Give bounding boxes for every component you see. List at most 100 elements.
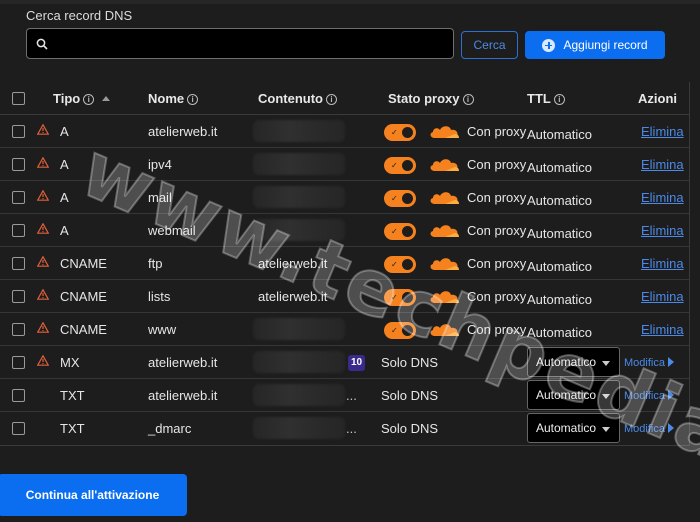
delete-link[interactable]: Elimina xyxy=(641,124,684,139)
ttl-select[interactable]: Automatico xyxy=(527,413,620,443)
record-name: _dmarc xyxy=(148,421,192,436)
record-name: atelierweb.it xyxy=(148,388,218,403)
add-record-button[interactable]: Aggiungi record xyxy=(525,31,665,59)
record-content: atelierweb.it xyxy=(258,289,328,304)
chevron-right-icon xyxy=(667,357,674,367)
ttl-select[interactable]: Automatico xyxy=(527,347,620,377)
ttl-value: Automatico xyxy=(527,193,593,208)
check-icon: ✓ xyxy=(391,293,398,302)
column-ttl-header[interactable]: TTL i xyxy=(527,91,565,106)
proxy-cloud-icon xyxy=(430,192,459,204)
delete-link[interactable]: Elimina xyxy=(641,157,684,172)
row-checkbox[interactable] xyxy=(12,422,25,435)
info-icon[interactable]: i xyxy=(187,94,199,105)
delete-link[interactable]: Elimina xyxy=(641,322,684,337)
record-type: MX xyxy=(60,355,80,370)
redacted-content xyxy=(253,318,345,340)
info-icon[interactable]: i xyxy=(83,94,95,105)
redacted-content xyxy=(253,219,345,241)
table-row: Awebmail ✓ Con proxy Automatico Elimina xyxy=(0,214,690,247)
record-type: A xyxy=(60,223,69,238)
plus-circle-icon xyxy=(542,38,556,52)
redacted-content xyxy=(253,120,345,142)
check-icon: ✓ xyxy=(391,128,398,137)
proxy-status: Solo DNS xyxy=(381,355,439,370)
record-name: ipv4 xyxy=(148,157,172,172)
delete-link[interactable]: Elimina xyxy=(641,223,684,238)
toggle-knob xyxy=(401,159,414,172)
toggle-knob xyxy=(401,258,414,271)
record-name: webmail xyxy=(148,223,196,238)
toggle-knob xyxy=(401,324,414,337)
toggle-knob xyxy=(401,291,414,304)
warning-icon xyxy=(37,124,49,135)
proxy-status: Con proxy xyxy=(467,157,527,172)
row-checkbox[interactable] xyxy=(12,323,25,336)
proxy-status: Con proxy xyxy=(467,124,527,139)
continue-activation-button[interactable]: Continua all'attivazione xyxy=(0,474,187,516)
ttl-selected-value: Automatico xyxy=(536,388,597,402)
proxy-toggle[interactable]: ✓ xyxy=(384,256,416,273)
ttl-selected-value: Automatico xyxy=(536,355,597,369)
warning-icon xyxy=(37,223,49,234)
table-row: CNAME www ✓ Con proxy Automatico Elimina xyxy=(0,313,690,346)
check-icon: ✓ xyxy=(391,227,398,236)
warning-icon xyxy=(37,322,49,333)
search-box[interactable] xyxy=(26,28,454,59)
table-row: TXT atelierweb.it... Solo DNS Automatico Mod… xyxy=(0,379,690,412)
delete-link[interactable]: Elimina xyxy=(641,256,684,271)
proxy-toggle[interactable]: ✓ xyxy=(384,289,416,306)
chevron-right-icon xyxy=(667,390,674,400)
row-checkbox[interactable] xyxy=(12,257,25,270)
edit-link[interactable]: Modifica xyxy=(624,390,674,402)
proxy-toggle[interactable]: ✓ xyxy=(384,157,416,174)
column-content-header[interactable]: Contenuto i xyxy=(258,91,337,106)
table-row: Amail ✓ Con proxy Automatico Elimina xyxy=(0,181,690,214)
row-checkbox[interactable] xyxy=(12,356,25,369)
table-header: Tipo i Nome i Contenuto i Stato proxy i TTL i… xyxy=(0,82,690,115)
proxy-cloud-icon xyxy=(430,291,459,303)
delete-link[interactable]: Elimina xyxy=(641,289,684,304)
info-icon[interactable]: i xyxy=(462,94,474,105)
info-icon[interactable]: i xyxy=(553,94,565,105)
redacted-content xyxy=(253,417,345,439)
proxy-cloud-icon xyxy=(430,225,459,237)
redacted-content xyxy=(253,186,345,208)
row-checkbox[interactable] xyxy=(12,125,25,138)
record-name: www xyxy=(148,322,177,337)
record-type: A xyxy=(60,190,69,205)
select-all-checkbox[interactable] xyxy=(12,92,25,105)
row-checkbox[interactable] xyxy=(12,191,25,204)
row-checkbox[interactable] xyxy=(12,158,25,171)
sort-ascending-icon[interactable] xyxy=(102,96,111,101)
edit-link[interactable]: Modifica xyxy=(624,357,674,369)
record-type: CNAME xyxy=(60,289,107,304)
info-icon[interactable]: i xyxy=(325,94,337,105)
row-checkbox[interactable] xyxy=(12,224,25,237)
warning-icon xyxy=(37,256,49,267)
ttl-select[interactable]: Automatico xyxy=(527,380,620,410)
column-name-header[interactable]: Nome i xyxy=(148,91,199,106)
column-type-header[interactable]: Tipo i xyxy=(53,91,111,106)
row-checkbox[interactable] xyxy=(12,389,25,402)
proxy-toggle[interactable]: ✓ xyxy=(384,190,416,207)
proxy-toggle[interactable]: ✓ xyxy=(384,322,416,339)
delete-link[interactable]: Elimina xyxy=(641,190,684,205)
record-type: CNAME xyxy=(60,322,107,337)
row-checkbox[interactable] xyxy=(12,290,25,303)
warning-icon xyxy=(37,289,49,300)
warning-icon xyxy=(37,355,49,366)
ttl-value: Automatico xyxy=(527,127,593,142)
edit-link[interactable]: Modifica xyxy=(624,423,674,435)
record-name: atelierweb.it xyxy=(148,124,218,139)
ttl-value: Automatico xyxy=(527,259,593,274)
ttl-selected-value: Automatico xyxy=(536,421,597,435)
search-input[interactable] xyxy=(57,33,447,55)
search-button[interactable]: Cerca xyxy=(461,31,518,59)
top-divider xyxy=(0,0,700,4)
proxy-toggle[interactable]: ✓ xyxy=(384,223,416,240)
column-proxy-header[interactable]: Stato proxy i xyxy=(388,91,474,106)
proxy-cloud-icon xyxy=(430,324,459,336)
proxy-status: Con proxy xyxy=(467,322,527,337)
proxy-toggle[interactable]: ✓ xyxy=(384,124,416,141)
